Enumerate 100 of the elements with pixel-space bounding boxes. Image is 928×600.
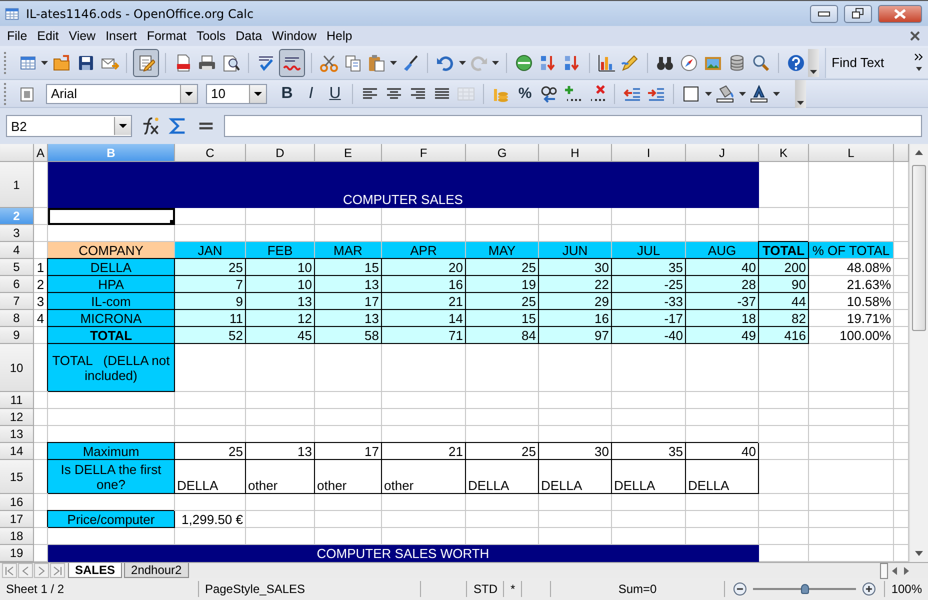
scrollbar-thumb[interactable] bbox=[912, 165, 926, 331]
scrollbar-thumb[interactable] bbox=[880, 562, 888, 578]
new-spreadsheet-icon[interactable] bbox=[18, 54, 37, 72]
menu-item[interactable]: View bbox=[64, 28, 101, 44]
save-icon[interactable] bbox=[76, 54, 95, 72]
dropdown-caret-icon[interactable] bbox=[772, 92, 780, 96]
menu-item[interactable]: Edit bbox=[32, 28, 64, 44]
font-size-field[interactable]: 10 bbox=[206, 84, 267, 104]
last-sheet-button[interactable] bbox=[50, 563, 65, 578]
paint-bucket-icon[interactable] bbox=[716, 84, 734, 102]
column-header[interactable]: F bbox=[382, 144, 466, 162]
dropdown-caret-icon[interactable] bbox=[119, 124, 127, 128]
delete-decimal-icon[interactable] bbox=[588, 84, 606, 102]
menu-item[interactable]: Format bbox=[142, 28, 192, 44]
menu-item[interactable]: Data bbox=[230, 28, 268, 44]
compass-icon[interactable] bbox=[680, 54, 698, 72]
row-header[interactable]: 16 bbox=[0, 494, 34, 511]
dropdown-caret-icon[interactable] bbox=[458, 60, 466, 64]
help-icon[interactable] bbox=[786, 54, 805, 72]
pdf-export-icon[interactable] bbox=[174, 54, 192, 72]
row-header[interactable]: 8 bbox=[0, 310, 34, 327]
slider-thumb[interactable] bbox=[800, 584, 809, 594]
edit-file-toggle-button[interactable] bbox=[133, 48, 160, 76]
scroll-left-icon[interactable] bbox=[891, 566, 899, 574]
row-header[interactable]: 15 bbox=[0, 460, 34, 494]
previous-sheet-button[interactable] bbox=[18, 563, 33, 578]
cut-icon[interactable] bbox=[320, 54, 338, 72]
name-box[interactable]: B2 bbox=[6, 115, 132, 137]
column-header[interactable]: A bbox=[34, 144, 48, 162]
selected-cell[interactable] bbox=[48, 208, 175, 225]
copy-icon[interactable] bbox=[344, 54, 362, 72]
standard-format-icon[interactable] bbox=[540, 84, 558, 102]
dropdown-caret-icon[interactable] bbox=[254, 92, 262, 96]
zoom-out-icon[interactable] bbox=[733, 582, 747, 596]
toolbar-overflow-button[interactable] bbox=[808, 48, 819, 76]
font-color-icon[interactable] bbox=[750, 84, 768, 102]
add-decimal-icon[interactable] bbox=[564, 84, 582, 102]
underline-button[interactable]: U bbox=[324, 82, 346, 104]
zoom-in-icon[interactable] bbox=[862, 582, 876, 596]
menu-item[interactable]: Window bbox=[267, 28, 322, 44]
row-header[interactable]: 13 bbox=[0, 426, 34, 443]
spellcheck-icon[interactable] bbox=[256, 54, 275, 72]
close-document-icon[interactable] bbox=[910, 31, 920, 41]
row-header[interactable]: 11 bbox=[0, 392, 34, 409]
column-header[interactable]: L bbox=[809, 144, 894, 162]
sheet-tab[interactable]: SALES bbox=[68, 563, 122, 578]
row-header[interactable]: 14 bbox=[0, 443, 34, 460]
toolbar-overflow-button[interactable] bbox=[795, 80, 806, 108]
minimize-button[interactable] bbox=[810, 4, 838, 22]
more-options-icon[interactable] bbox=[914, 52, 924, 72]
dropdown-caret-icon[interactable] bbox=[185, 92, 193, 96]
dropdown-caret-icon[interactable] bbox=[704, 92, 712, 96]
row-header[interactable]: 12 bbox=[0, 409, 34, 426]
row-header[interactable]: 10 bbox=[0, 344, 34, 392]
column-header[interactable]: J bbox=[686, 144, 759, 162]
menu-item[interactable]: Tools bbox=[191, 28, 231, 44]
formula-input-field[interactable] bbox=[224, 115, 922, 137]
sort-ascending-icon[interactable] bbox=[538, 54, 557, 72]
dropdown-caret-icon[interactable] bbox=[738, 92, 746, 96]
zoom-icon[interactable] bbox=[752, 54, 770, 72]
scroll-right-icon[interactable] bbox=[902, 566, 910, 574]
row-header[interactable]: 5 bbox=[0, 259, 34, 276]
font-name-field[interactable]: Arial bbox=[46, 84, 198, 104]
row-header[interactable]: 17 bbox=[0, 511, 34, 528]
menu-item[interactable]: File bbox=[2, 28, 32, 44]
bold-button[interactable]: B bbox=[276, 82, 298, 104]
edit-file-icon[interactable] bbox=[137, 54, 156, 72]
column-header[interactable]: G bbox=[466, 144, 539, 162]
paste-icon[interactable] bbox=[367, 54, 386, 72]
sort-descending-icon[interactable] bbox=[562, 54, 581, 72]
print-preview-icon[interactable] bbox=[222, 54, 240, 72]
close-button[interactable] bbox=[878, 4, 922, 22]
undo-icon[interactable] bbox=[436, 54, 454, 72]
first-sheet-button[interactable] bbox=[2, 563, 17, 578]
menu-item[interactable]: Help bbox=[322, 28, 358, 44]
borders-icon[interactable] bbox=[682, 84, 700, 102]
row-header[interactable]: 3 bbox=[0, 225, 34, 242]
row-header[interactable]: 19 bbox=[0, 545, 34, 562]
row-header[interactable]: 1 bbox=[0, 162, 34, 208]
restore-button[interactable] bbox=[844, 4, 872, 22]
row-header[interactable]: 9 bbox=[0, 327, 34, 344]
italic-button[interactable]: I bbox=[300, 82, 322, 104]
row-header[interactable]: 6 bbox=[0, 276, 34, 293]
column-header[interactable]: E bbox=[315, 144, 382, 162]
scroll-up-icon[interactable] bbox=[915, 150, 923, 155]
dropdown-caret-icon[interactable] bbox=[492, 60, 500, 64]
row-header[interactable]: 4 bbox=[0, 242, 34, 259]
column-header[interactable]: H bbox=[539, 144, 612, 162]
chart-icon[interactable] bbox=[598, 54, 616, 72]
pencil-icon[interactable] bbox=[621, 54, 640, 72]
column-header[interactable]: C bbox=[175, 144, 246, 162]
row-header[interactable]: 18 bbox=[0, 528, 34, 545]
menu-item[interactable]: Insert bbox=[100, 28, 142, 44]
printer-icon[interactable] bbox=[198, 54, 216, 72]
column-header[interactable]: I bbox=[612, 144, 686, 162]
scroll-down-icon[interactable] bbox=[915, 551, 923, 556]
auto-spellcheck-toggle-button[interactable] bbox=[278, 48, 305, 76]
database-icon[interactable] bbox=[728, 54, 746, 72]
sheet-tab[interactable]: 2ndhour2 bbox=[124, 563, 189, 578]
column-header[interactable]: K bbox=[759, 144, 809, 162]
